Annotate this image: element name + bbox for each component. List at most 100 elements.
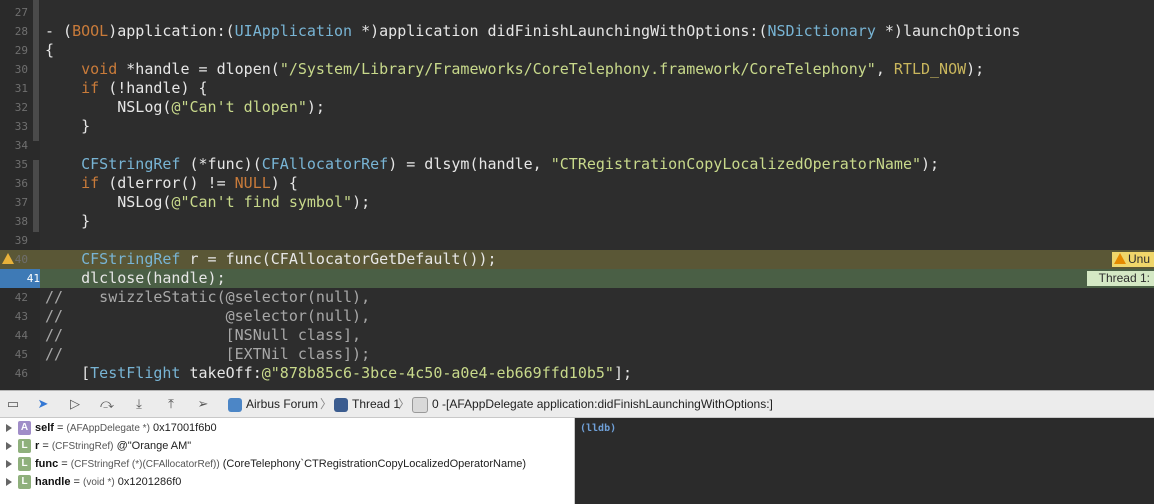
line-number[interactable]: 30 xyxy=(0,60,28,79)
code-line[interactable]: 46 [TestFlight takeOff:@"878b85c6-3bce-4… xyxy=(0,364,1154,383)
code-text[interactable]: // swizzleStatic(@selector(null), xyxy=(45,288,370,307)
code-text[interactable]: CFStringRef (*func)(CFAllocatorRef) = dl… xyxy=(45,155,939,174)
variable-type: (void *) xyxy=(83,477,115,488)
line-number[interactable]: 27 xyxy=(0,3,28,22)
variable-name: func xyxy=(35,458,59,470)
variable-kind-badge: L xyxy=(18,457,31,471)
line-number[interactable]: 36 xyxy=(0,174,28,193)
code-line[interactable]: 42 // swizzleStatic(@selector(null), xyxy=(0,288,1154,307)
code-line[interactable]: 40 CFStringRef r = func(CFAllocatorGetDe… xyxy=(0,250,1154,269)
code-line[interactable]: 39 xyxy=(0,231,1154,250)
source-editor[interactable]: 27 28 - (BOOL)application:(UIApplication *… xyxy=(0,0,1154,390)
breadcrumb-app[interactable]: Airbus Forum xyxy=(228,391,318,418)
code-text[interactable]: if (!handle) { xyxy=(45,79,207,98)
warning-badge-text: Unu xyxy=(1127,252,1150,266)
code-text[interactable]: [TestFlight takeOff:@"878b85c6-3bce-4c50… xyxy=(45,364,632,383)
warning-icon[interactable] xyxy=(2,253,14,264)
code-text[interactable]: dlclose(handle); xyxy=(45,269,226,288)
line-number[interactable]: 34 xyxy=(0,136,28,155)
step-over-icon[interactable]: ⤼ xyxy=(98,396,116,412)
line-number[interactable]: 42 xyxy=(0,288,28,307)
code-line[interactable]: 38 } xyxy=(0,212,1154,231)
line-number[interactable]: 32 xyxy=(0,98,28,117)
hide-debug-area-icon[interactable]: ▭ xyxy=(4,396,22,412)
breadcrumb-frame[interactable]: 0 -[AFAppDelegate application:didFinishL… xyxy=(412,391,773,418)
disclosure-triangle-icon[interactable] xyxy=(6,442,12,450)
variable-row[interactable]: Aself = (AFAppDelegate *) 0x17001f6b0 xyxy=(0,419,574,437)
step-into-icon[interactable]: ⤓ xyxy=(130,396,148,412)
code-text[interactable]: // [EXTNil class]); xyxy=(45,345,370,364)
code-line[interactable]: 35 CFStringRef (*func)(CFAllocatorRef) =… xyxy=(0,155,1154,174)
variable-kind-badge: L xyxy=(18,475,31,489)
line-number[interactable]: 28 xyxy=(0,22,28,41)
code-text[interactable]: NSLog(@"Can't dlopen"); xyxy=(45,98,325,117)
code-text[interactable]: void *handle = dlopen("/System/Library/F… xyxy=(45,60,984,79)
code-line[interactable]: 44 // [NSNull class], xyxy=(0,326,1154,345)
code-line[interactable]: 30 void *handle = dlopen("/System/Librar… xyxy=(0,60,1154,79)
app-icon xyxy=(228,397,242,412)
disclosure-triangle-icon[interactable] xyxy=(6,424,12,432)
thread-icon xyxy=(334,397,348,412)
location-icon[interactable]: ➢ xyxy=(194,396,212,412)
step-out-icon[interactable]: ⤒ xyxy=(162,396,180,412)
line-number[interactable]: 44 xyxy=(0,326,28,345)
code-text[interactable]: - (BOOL)application:(UIApplication *)app… xyxy=(45,22,1020,41)
line-number[interactable]: 46 xyxy=(0,364,28,383)
variable-name: self xyxy=(35,422,54,434)
code-text[interactable]: } xyxy=(45,117,90,136)
code-line[interactable]: 29 { xyxy=(0,41,1154,60)
code-text[interactable]: CFStringRef r = func(CFAllocatorGetDefau… xyxy=(45,250,496,269)
variable-row[interactable]: Lfunc = (CFStringRef (*)(CFAllocatorRef)… xyxy=(0,455,574,473)
breakpoint-toggle-icon[interactable]: ➤ xyxy=(34,396,52,412)
variable-type: (CFStringRef) xyxy=(51,441,114,452)
variable-text: r = (CFStringRef) @"Orange AM" xyxy=(35,437,191,456)
warning-badge[interactable]: Unu xyxy=(1111,252,1154,267)
code-text[interactable]: // [NSNull class], xyxy=(45,326,361,345)
code-line[interactable]: 45 // [EXTNil class]); xyxy=(0,345,1154,364)
variable-type: (CFStringRef (*)(CFAllocatorRef)) xyxy=(70,459,220,470)
code-text[interactable]: NSLog(@"Can't find symbol"); xyxy=(45,193,370,212)
thread-indicator-badge[interactable]: Thread 1: xyxy=(1086,271,1154,286)
line-number[interactable]: 43 xyxy=(0,307,28,326)
line-number[interactable]: 39 xyxy=(0,231,28,250)
line-number[interactable]: 41 xyxy=(0,269,40,288)
code-line[interactable]: 27 xyxy=(0,3,1154,22)
disclosure-triangle-icon[interactable] xyxy=(6,478,12,486)
variable-name: handle xyxy=(35,476,71,488)
continue-icon[interactable]: ▷ xyxy=(66,396,84,412)
breadcrumb-separator-icon: 〉 xyxy=(398,397,411,411)
lldb-console[interactable]: (lldb) xyxy=(575,418,1154,504)
line-number[interactable]: 45 xyxy=(0,345,28,364)
line-number[interactable]: 33 xyxy=(0,117,28,136)
variable-kind-badge: L xyxy=(18,439,31,453)
code-text[interactable]: // @selector(null), xyxy=(45,307,370,326)
code-line[interactable]: 34 xyxy=(0,136,1154,155)
line-number[interactable]: 38 xyxy=(0,212,28,231)
code-line[interactable]: 41 dlclose(handle); Thread 1: xyxy=(0,269,1154,288)
line-number[interactable]: 29 xyxy=(0,41,28,60)
line-number[interactable]: 31 xyxy=(0,79,28,98)
breadcrumb-separator-icon: 〉 xyxy=(320,397,333,411)
stack-frame-icon xyxy=(412,396,428,413)
variable-row[interactable]: Lr = (CFStringRef) @"Orange AM" xyxy=(0,437,574,455)
breadcrumb-thread[interactable]: Thread 1 xyxy=(334,391,400,418)
line-number[interactable]: 35 xyxy=(0,155,28,174)
code-line[interactable]: 37 NSLog(@"Can't find symbol"); xyxy=(0,193,1154,212)
code-text[interactable]: if (dlerror() != NULL) { xyxy=(45,174,298,193)
variable-text: handle = (void *) 0x1201286f0 xyxy=(35,473,181,492)
code-line[interactable]: 28 - (BOOL)application:(UIApplication *)a… xyxy=(0,22,1154,41)
variable-type: (AFAppDelegate *) xyxy=(66,423,150,434)
variable-row[interactable]: Lhandle = (void *) 0x1201286f0 xyxy=(0,473,574,491)
equals-sign: = xyxy=(58,458,71,470)
code-text[interactable]: { xyxy=(45,41,54,60)
debug-bar: ▭ ➤ ▷ ⤼ ⤓ ⤒ ➢ Airbus Forum 〉 Thread 1 〉 … xyxy=(0,390,1154,418)
disclosure-triangle-icon[interactable] xyxy=(6,460,12,468)
code-line[interactable]: 32 NSLog(@"Can't dlopen"); xyxy=(0,98,1154,117)
code-line[interactable]: 43 // @selector(null), xyxy=(0,307,1154,326)
variables-view[interactable]: Aself = (AFAppDelegate *) 0x17001f6b0 Lr … xyxy=(0,418,575,504)
code-text[interactable]: } xyxy=(45,212,90,231)
code-line[interactable]: 33 } xyxy=(0,117,1154,136)
line-number[interactable]: 37 xyxy=(0,193,28,212)
code-line[interactable]: 31 if (!handle) { xyxy=(0,79,1154,98)
code-line[interactable]: 36 if (dlerror() != NULL) { xyxy=(0,174,1154,193)
